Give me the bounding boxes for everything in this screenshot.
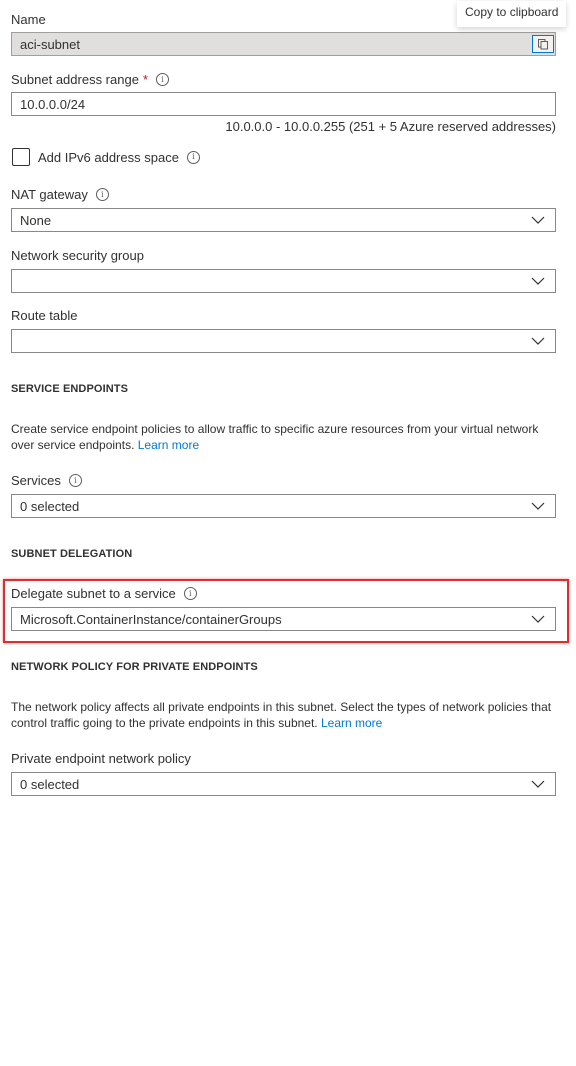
- copy-to-clipboard-button[interactable]: [532, 35, 554, 53]
- info-icon[interactable]: i: [68, 474, 82, 487]
- name-label: Name: [11, 12, 46, 27]
- delegation-value: Microsoft.ContainerInstance/containerGro…: [20, 611, 282, 627]
- services-dropdown[interactable]: 0 selected: [11, 494, 556, 518]
- ipv6-checkbox[interactable]: [12, 148, 30, 166]
- subnet-range-label-text: Subnet address range: [11, 72, 139, 87]
- info-icon[interactable]: i: [156, 73, 169, 86]
- subnet-form: Name aci-subnet Copy to clipboard Subnet…: [0, 0, 576, 1066]
- name-field[interactable]: aci-subnet: [11, 32, 556, 56]
- subnet-range-hint: 10.0.0.0 - 10.0.0.255 (251 + 5 Azure res…: [225, 119, 556, 134]
- route-table-label-text: Route table: [11, 308, 78, 323]
- nsg-label: Network security group: [11, 248, 144, 263]
- learn-more-link[interactable]: Learn more: [138, 438, 199, 452]
- nsg-dropdown[interactable]: [11, 269, 556, 293]
- name-label-text: Name: [11, 12, 46, 27]
- nat-gateway-label: NAT gateway i: [11, 187, 109, 202]
- ipv6-label-text: Add IPv6 address space: [38, 149, 179, 165]
- route-table-label: Route table: [11, 308, 78, 323]
- info-icon[interactable]: i: [183, 587, 197, 600]
- delegation-label: Delegate subnet to a service i: [11, 586, 197, 601]
- name-value: aci-subnet: [20, 36, 80, 52]
- delegation-label-text: Delegate subnet to a service: [11, 586, 176, 601]
- network-policy-description-text: The network policy affects all private e…: [11, 700, 552, 730]
- chevron-down-icon: [531, 337, 545, 345]
- private-endpoint-policy-label-text: Private endpoint network policy: [11, 751, 191, 766]
- private-endpoint-policy-value: 0 selected: [20, 776, 80, 792]
- chevron-down-icon: [531, 216, 545, 224]
- services-value: 0 selected: [20, 498, 80, 514]
- network-policy-description: The network policy affects all private e…: [11, 699, 559, 731]
- subnet-delegation-title: SUBNET DELEGATION: [11, 548, 133, 560]
- learn-more-link[interactable]: Learn more: [321, 716, 382, 730]
- chevron-down-icon: [531, 615, 545, 623]
- subnet-range-value: 10.0.0.0/24: [20, 96, 86, 112]
- delegation-dropdown[interactable]: Microsoft.ContainerInstance/containerGro…: [11, 607, 556, 631]
- copy-tooltip: Copy to clipboard: [457, 1, 567, 27]
- required-marker: *: [142, 72, 148, 87]
- subnet-range-label: Subnet address range * i: [11, 72, 169, 87]
- ipv6-label: Add IPv6 address space i: [38, 148, 200, 166]
- private-endpoint-policy-dropdown[interactable]: 0 selected: [11, 772, 556, 796]
- nat-gateway-value: None: [20, 212, 52, 228]
- chevron-down-icon: [531, 277, 545, 285]
- services-label: Services i: [11, 473, 82, 488]
- service-endpoints-description: Create service endpoint policies to allo…: [11, 421, 559, 453]
- nat-gateway-dropdown[interactable]: None: [11, 208, 556, 232]
- network-policy-title: NETWORK POLICY FOR PRIVATE ENDPOINTS: [11, 661, 258, 673]
- chevron-down-icon: [531, 502, 545, 510]
- service-endpoints-description-text: Create service endpoint policies to allo…: [11, 422, 539, 452]
- service-endpoints-title: SERVICE ENDPOINTS: [11, 383, 129, 395]
- private-endpoint-policy-label: Private endpoint network policy: [11, 751, 191, 766]
- info-icon[interactable]: i: [186, 150, 200, 164]
- nsg-label-text: Network security group: [11, 248, 144, 263]
- subnet-range-input[interactable]: 10.0.0.0/24: [11, 92, 556, 116]
- services-label-text: Services: [11, 473, 61, 488]
- info-icon[interactable]: i: [95, 188, 109, 201]
- copy-icon: [538, 39, 548, 50]
- tooltip-text: Copy to clipboard: [465, 5, 559, 19]
- chevron-down-icon: [531, 780, 545, 788]
- route-table-dropdown[interactable]: [11, 329, 556, 353]
- nat-gateway-label-text: NAT gateway: [11, 187, 88, 202]
